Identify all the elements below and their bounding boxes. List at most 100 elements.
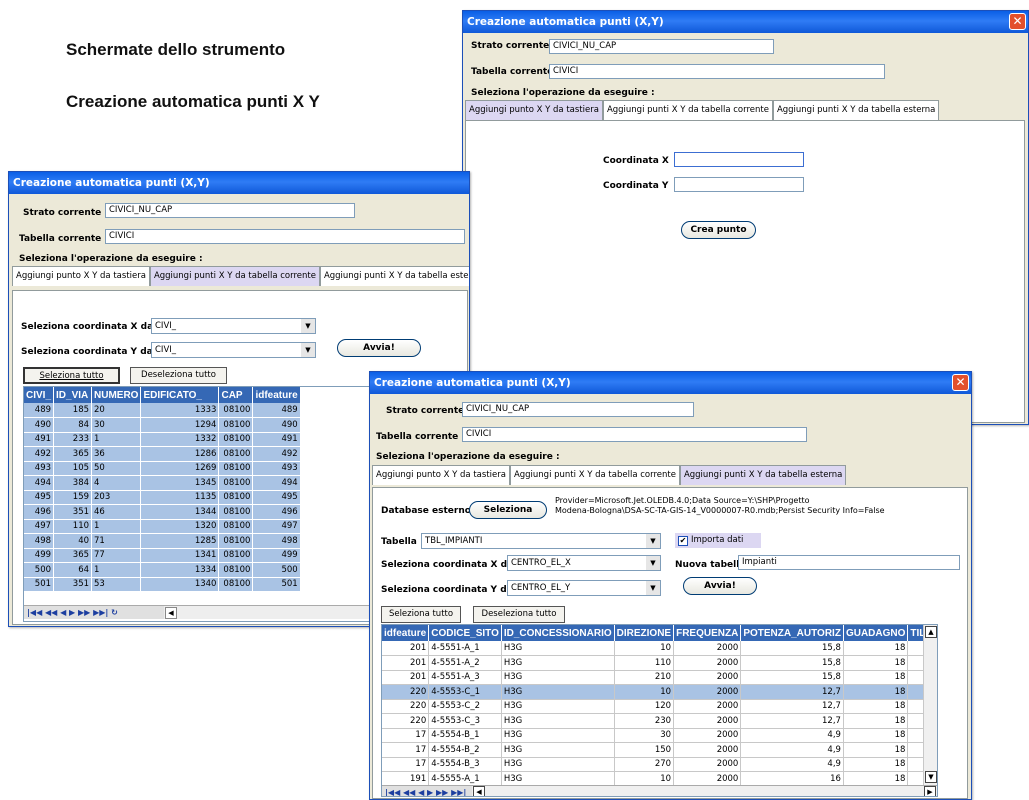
table-cell: 1: [91, 562, 142, 578]
close-icon[interactable]: ✕: [952, 374, 969, 391]
column-header[interactable]: NUMERO: [91, 387, 142, 403]
table-row[interactable]: 2014-5551-A_1H3G10200015,8184: [382, 641, 937, 656]
table-row[interactable]: 499 365 77 1341 08100 499: [24, 548, 301, 563]
strato-label: Strato corrente: [471, 41, 550, 51]
table-cell: 159: [53, 490, 93, 505]
table-row[interactable]: 497 110 1 1320 08100 497: [24, 519, 301, 534]
close-icon[interactable]: ✕: [1009, 13, 1026, 30]
avvia-button[interactable]: Avvia!: [683, 577, 757, 595]
table-row[interactable]: 2014-5551-A_3H3G210200015,8184: [382, 670, 937, 685]
tab-current-table[interactable]: Aggiungi punti X Y da tabella corrente: [602, 100, 773, 120]
sel-x-combo[interactable]: CIVI_ ▼: [151, 318, 316, 334]
tab-external-table[interactable]: Aggiungi punti X Y da tabella esterna: [679, 465, 847, 485]
tabella-field[interactable]: CIVICI: [105, 229, 465, 244]
column-header[interactable]: idfeature: [252, 387, 301, 403]
h-scrollbar[interactable]: ◀ ▶: [472, 785, 937, 796]
strato-field[interactable]: CIVICI_NU_CAP: [105, 203, 355, 218]
table-cell: 08100: [218, 533, 254, 549]
table-row[interactable]: 174-5554-B_2H3G15020004,9184: [382, 742, 937, 758]
column-header[interactable]: FREQUENZA: [673, 625, 742, 641]
tab-current-table[interactable]: Aggiungi punti X Y da tabella corrente: [509, 465, 680, 485]
table-row[interactable]: 174-5554-B_1H3G3020004,9184: [382, 728, 937, 743]
strato-field[interactable]: CIVICI_NU_CAP: [549, 39, 774, 54]
coord-y-input[interactable]: [674, 177, 804, 192]
tab-keyboard[interactable]: Aggiungi punto X Y da tastiera: [372, 465, 510, 485]
tab-external-table[interactable]: Aggiungi punti X Y da tabella esterna: [319, 266, 469, 286]
scroll-left-icon[interactable]: ◀: [473, 786, 485, 796]
table-row[interactable]: 174-5554-B_3H3G27020004,9184: [382, 757, 937, 772]
chevron-down-icon[interactable]: ▼: [646, 581, 660, 595]
table-row[interactable]: 493 105 50 1269 08100 493: [24, 461, 301, 476]
grid-navigator[interactable]: |◀◀ ◀◀ ◀ ▶ ▶▶ ▶▶| ↻: [382, 785, 472, 796]
table-row[interactable]: 2204-5553-C_3H3G230200012,7185: [382, 713, 937, 729]
table-row[interactable]: 490 84 30 1294 08100 490: [24, 417, 301, 433]
grid-navigator[interactable]: |◀◀ ◀◀ ◀ ▶ ▶▶ ▶▶| ↻: [24, 605, 164, 619]
chevron-down-icon[interactable]: ▼: [301, 319, 315, 333]
table-row[interactable]: 496 351 46 1344 08100 496: [24, 504, 301, 520]
column-header[interactable]: ID_CONCESSIONARIO: [501, 625, 615, 641]
deselect-all-button[interactable]: Deseleziona tutto: [130, 367, 227, 384]
strato-field[interactable]: CIVICI_NU_CAP: [462, 402, 694, 417]
table-row[interactable]: 498 40 71 1285 08100 498: [24, 533, 301, 549]
table-cell: 4,9: [740, 757, 844, 772]
table-row[interactable]: 1914-5555-A_1H3G10200016182: [382, 771, 937, 787]
sel-y-label: Seleziona coordinata Y da: [21, 347, 153, 357]
tabella-label: Tabella corrente: [376, 432, 459, 442]
strato-label: Strato corrente: [386, 406, 465, 416]
tab-keyboard[interactable]: Aggiungi punto X Y da tastiera: [465, 100, 603, 120]
chevron-down-icon[interactable]: ▼: [646, 534, 660, 548]
table-row[interactable]: 491 233 1 1332 08100 491: [24, 432, 301, 447]
table-row[interactable]: 2204-5553-C_1H3G10200012,7184: [382, 684, 937, 700]
column-header[interactable]: POTENZA_AUTORIZ: [740, 625, 844, 641]
coord-x-input[interactable]: [674, 152, 804, 167]
table-row[interactable]: 494 384 4 1345 08100 494: [24, 475, 301, 491]
scroll-up-icon[interactable]: ▲: [925, 626, 937, 638]
tabella-field[interactable]: CIVICI: [549, 64, 885, 79]
table-row[interactable]: 2014-5551-A_2H3G110200015,8186: [382, 655, 937, 671]
tab-current-table[interactable]: Aggiungi punti X Y da tabella corrente: [149, 266, 320, 286]
table-row[interactable]: 500 64 1 1334 08100 500: [24, 562, 301, 578]
table-row[interactable]: 489 185 20 1333 08100 489: [24, 403, 301, 418]
coord-x-label: Coordinata X: [603, 156, 669, 166]
sel-y-combo[interactable]: CIVI_ ▼: [151, 342, 316, 358]
table-cell: 489: [24, 403, 55, 418]
table-row[interactable]: 501 351 53 1340 08100 501: [24, 577, 301, 592]
table-cell: 08100: [218, 577, 254, 592]
chevron-down-icon[interactable]: ▼: [646, 556, 660, 570]
select-all-button[interactable]: Seleziona tutto: [23, 367, 120, 384]
scroll-right-icon[interactable]: ▶: [924, 786, 936, 796]
avvia-button[interactable]: Avvia!: [337, 339, 421, 357]
tab-keyboard[interactable]: Aggiungi punto X Y da tastiera: [12, 266, 150, 286]
table-row[interactable]: 495 159 203 1135 08100 495: [24, 490, 301, 505]
tabella-combo[interactable]: TBL_IMPIANTI ▼: [421, 533, 661, 549]
sel-x-combo[interactable]: CENTRO_EL_X ▼: [507, 555, 661, 571]
tab-external-table[interactable]: Aggiungi punti X Y da tabella esterna: [772, 100, 940, 120]
crea-punto-button[interactable]: Crea punto: [681, 221, 756, 239]
table-cell: 233: [53, 432, 93, 447]
data-grid[interactable]: idfeature CODICE_SITO ID_CONCESSIONARIO DIR…: [381, 624, 938, 797]
tabella-field[interactable]: CIVICI: [462, 427, 807, 442]
column-header[interactable]: idfeature: [382, 625, 430, 641]
sel-y-combo[interactable]: CENTRO_EL_Y ▼: [507, 580, 661, 596]
strato-label: Strato corrente: [23, 208, 102, 218]
table-row[interactable]: 2204-5553-C_2H3G120200012,7184: [382, 699, 937, 714]
deselect-all-button[interactable]: Deseleziona tutto: [473, 606, 565, 623]
chevron-down-icon[interactable]: ▼: [301, 343, 315, 357]
table-row[interactable]: 492 365 36 1286 08100 492: [24, 446, 301, 462]
select-all-button[interactable]: Seleziona tutto: [381, 606, 461, 623]
column-header[interactable]: DIREZIONE: [614, 625, 675, 641]
column-header[interactable]: GUADAGNO: [843, 625, 909, 641]
importa-checkbox[interactable]: ✔ Importa dati: [675, 533, 761, 548]
scroll-left-icon[interactable]: ◀: [165, 607, 177, 619]
seleziona-button[interactable]: Seleziona: [469, 501, 547, 519]
column-header[interactable]: CODICE_SITO: [428, 625, 502, 641]
column-header[interactable]: ID_VIA: [53, 387, 93, 403]
v-scrollbar[interactable]: ▲ ▼: [923, 625, 937, 785]
nuova-tabella-input[interactable]: Impianti: [738, 555, 960, 570]
column-header[interactable]: CAP: [218, 387, 254, 403]
tab-panel: Database esterno Seleziona Provider=Micr…: [372, 487, 968, 799]
column-header[interactable]: CIVI_: [24, 387, 55, 403]
heading-2: Creazione automatica punti X Y: [66, 92, 320, 111]
column-header[interactable]: EDIFICATO_: [140, 387, 220, 403]
scroll-down-icon[interactable]: ▼: [925, 771, 937, 783]
